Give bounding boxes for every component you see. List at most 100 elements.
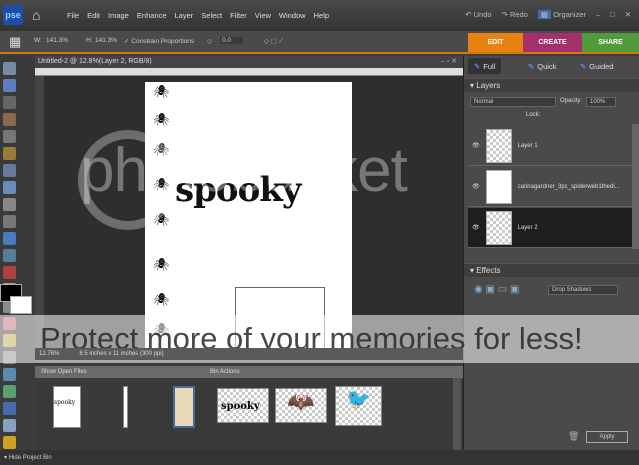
effects-panel-header[interactable]: ▾ Effects bbox=[464, 263, 639, 277]
spider-icon: 🕷 bbox=[153, 84, 170, 99]
tab-guided[interactable]: ✎ Guided bbox=[574, 58, 619, 74]
maximize-button[interactable]: □ bbox=[610, 10, 615, 19]
title-bar: pse ⌂ File Edit Image Enhance Layer Sele… bbox=[0, 0, 639, 31]
undo-icon: ↶ bbox=[465, 10, 474, 19]
bat-icon: 🦇 bbox=[287, 389, 315, 414]
layers-panel-header[interactable]: ▾ Layers bbox=[464, 78, 639, 92]
close-button[interactable]: ✕ bbox=[625, 10, 631, 19]
redo-button[interactable]: ↷ Redo bbox=[502, 10, 528, 19]
eye-icon[interactable]: 👁 bbox=[472, 183, 480, 190]
trash-icon[interactable]: 🗑 bbox=[568, 431, 579, 442]
bin-thumbnail[interactable]: spooky bbox=[53, 386, 81, 428]
minimize-button[interactable]: – bbox=[596, 10, 600, 19]
status-bar: 12.76% 8.5 inches x 11 inches (300 ppi) bbox=[35, 348, 463, 360]
magic-wand-tool-icon[interactable] bbox=[3, 164, 16, 177]
tab-edit[interactable]: EDIT bbox=[468, 33, 523, 52]
height-label: H: bbox=[86, 37, 93, 44]
sponge-tool-icon[interactable] bbox=[3, 436, 16, 449]
eyedropper-tool-icon[interactable] bbox=[3, 113, 16, 126]
blend-mode-select[interactable]: Normal bbox=[470, 97, 556, 107]
zoom-tool-icon[interactable] bbox=[3, 79, 16, 92]
quick-edit-icon: ✎ bbox=[528, 61, 535, 71]
layer-row[interactable]: 👁 carinagardner_3pc_spiderweb1thedi... bbox=[468, 167, 632, 207]
red-eye-tool-icon[interactable] bbox=[3, 266, 16, 279]
hide-project-bin-button[interactable]: ▾ Hide Project Bin bbox=[4, 455, 52, 461]
hand-tool-icon[interactable] bbox=[3, 96, 16, 109]
angle-field[interactable]: 0.0 bbox=[220, 37, 244, 44]
app-logo: pse bbox=[3, 5, 23, 25]
rotate-icon[interactable]: ◇ ⬚ ⟋ bbox=[264, 37, 283, 46]
menu-filter[interactable]: Filter bbox=[230, 11, 247, 20]
width-label: W: bbox=[34, 37, 42, 44]
layer-row[interactable]: 👁 Layer 1 bbox=[468, 126, 632, 166]
spider-icon: 🕷 bbox=[153, 292, 170, 307]
type-tool-icon[interactable] bbox=[3, 198, 16, 211]
tab-quick[interactable]: ✎ Quick bbox=[522, 58, 562, 74]
full-edit-icon: ✎ bbox=[474, 61, 481, 71]
crow-thumbnail[interactable]: 🐦 bbox=[335, 386, 382, 426]
bin-scrollbar[interactable] bbox=[453, 378, 461, 450]
layer-row-selected[interactable]: 👁 Layer 2 bbox=[468, 208, 632, 248]
grid-icon[interactable]: ▦ bbox=[9, 34, 21, 50]
undo-button[interactable]: ↶ Undo bbox=[465, 10, 491, 19]
home-icon[interactable]: ⌂ bbox=[32, 7, 40, 23]
menu-window[interactable]: Window bbox=[279, 11, 306, 20]
menu-bar: File Edit Image Enhance Layer Select Fil… bbox=[67, 11, 329, 20]
menu-image[interactable]: Image bbox=[108, 11, 129, 20]
move-tool-icon[interactable] bbox=[3, 62, 16, 75]
bin-thumbnail[interactable] bbox=[123, 386, 128, 428]
height-field[interactable]: 141.3% bbox=[95, 37, 117, 44]
spider-icon: 🕷 bbox=[153, 257, 170, 272]
tab-create[interactable]: CREATE bbox=[523, 33, 582, 52]
menu-layer[interactable]: Layer bbox=[175, 11, 194, 20]
straighten-tool-icon[interactable] bbox=[3, 249, 16, 262]
shape-tool-icon[interactable] bbox=[3, 402, 16, 415]
width-field[interactable]: 141.3% bbox=[46, 37, 68, 44]
menu-file[interactable]: File bbox=[67, 11, 79, 20]
layer-thumbnail bbox=[485, 128, 512, 163]
menu-enhance[interactable]: Enhance bbox=[137, 11, 167, 20]
options-bar: ▦ W: 141.3% H: 141.3% ✓ Constrain Propor… bbox=[0, 31, 639, 54]
menu-edit[interactable]: Edit bbox=[87, 11, 100, 20]
effects-category-select[interactable]: Drop Shadows bbox=[548, 285, 618, 295]
bin-actions-menu[interactable]: Bin Actions bbox=[210, 369, 240, 375]
layers-scrollbar[interactable] bbox=[632, 124, 639, 249]
crop-tool-icon[interactable] bbox=[3, 215, 16, 228]
crow-icon: 🐦 bbox=[346, 389, 371, 411]
panel-bin: ✎ Full ✎ Quick ✎ Guided ▾ Layers Normal Opa… bbox=[463, 56, 639, 450]
gradient-tool-icon[interactable] bbox=[3, 385, 16, 398]
lasso-tool-icon[interactable] bbox=[3, 147, 16, 160]
apply-button[interactable]: Apply bbox=[586, 431, 628, 443]
organizer-icon: ▦ bbox=[537, 10, 551, 19]
menu-help[interactable]: Help bbox=[314, 11, 329, 20]
opacity-field[interactable]: 100% bbox=[586, 97, 616, 107]
bin-thumbnail-selected[interactable] bbox=[173, 386, 195, 428]
bottom-bar: ▾ Hide Project Bin bbox=[0, 450, 639, 465]
show-open-files-select[interactable]: Show Open Files bbox=[41, 369, 87, 375]
angle-icon: ◇ bbox=[207, 38, 212, 45]
eye-icon[interactable]: 👁 bbox=[472, 224, 480, 231]
project-bin: spooky spooky 🦇 🐦 bbox=[35, 378, 463, 450]
tab-share[interactable]: SHARE bbox=[582, 33, 639, 52]
menu-view[interactable]: View bbox=[255, 11, 271, 20]
marquee-tool-icon[interactable] bbox=[3, 130, 16, 143]
document-page[interactable]: 🕷 🕷 🕷 🕷 🕷 🕷 🕷 🕷 spooky bbox=[145, 82, 352, 348]
background-color-swatch[interactable] bbox=[10, 296, 32, 314]
effects-filter-icons[interactable]: ◉ ▣ ▭ ▣ bbox=[474, 284, 519, 295]
cookie-cutter-tool-icon[interactable] bbox=[3, 232, 16, 245]
bat-thumbnail[interactable]: 🦇 bbox=[275, 388, 327, 423]
paint-bucket-tool-icon[interactable] bbox=[3, 368, 16, 381]
bin-thumbnail[interactable]: spooky bbox=[217, 388, 269, 423]
tab-full[interactable]: ✎ Full bbox=[468, 58, 502, 74]
project-bin-header: Show Open Files Bin Actions bbox=[35, 366, 463, 378]
constrain-checkbox[interactable]: ✓ Constrain Proportions bbox=[124, 37, 194, 45]
document-window-controls[interactable]: – ▫ ✕ bbox=[441, 57, 457, 65]
blur-tool-icon[interactable] bbox=[3, 419, 16, 432]
eye-icon[interactable]: 👁 bbox=[472, 142, 480, 149]
selection-brush-tool-icon[interactable] bbox=[3, 181, 16, 194]
toolbox bbox=[0, 56, 35, 449]
document-size: 8.5 inches x 11 inches (300 ppi) bbox=[79, 351, 164, 357]
opacity-label: Opacity: bbox=[560, 98, 583, 104]
organizer-button[interactable]: ▦ Organizer bbox=[537, 10, 586, 19]
menu-select[interactable]: Select bbox=[201, 11, 222, 20]
